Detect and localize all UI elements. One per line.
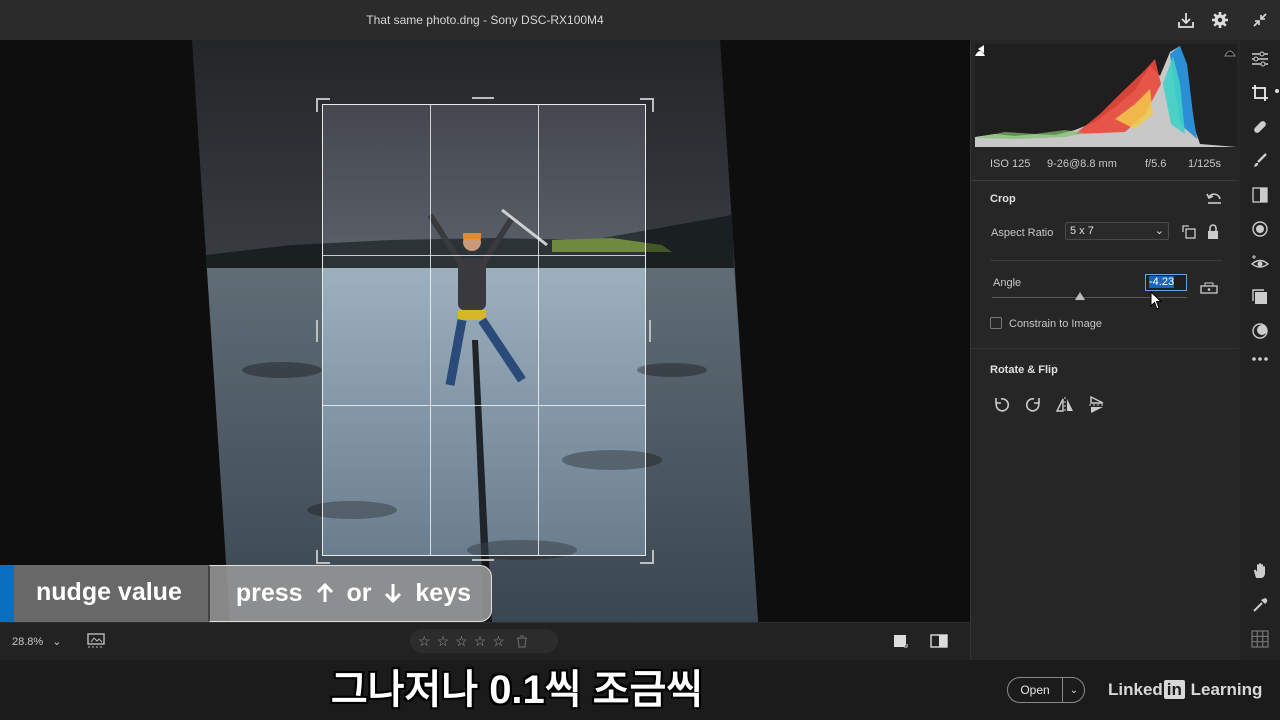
linear-gradient-icon[interactable]: [1249, 184, 1271, 206]
crop-mask-top: [0, 40, 970, 104]
hand-tool-icon[interactable]: [1249, 560, 1271, 582]
crop-handle-top[interactable]: [472, 97, 494, 99]
brush-icon[interactable]: [1249, 150, 1271, 172]
tip-or-text: or: [346, 579, 372, 607]
exif-aperture: f/5.6: [1145, 158, 1167, 170]
window-title: That same photo.dng - Sony DSC-RX100M4: [366, 13, 604, 27]
star-2-icon[interactable]: ☆: [437, 633, 450, 650]
canvas-bottom-bar: 28.8% ⌄ ☆ ☆ ☆ ☆ ☆: [0, 622, 970, 661]
compare-view-icon[interactable]: [930, 633, 948, 649]
crop-mask-left: [0, 104, 322, 556]
save-icon[interactable]: [1175, 9, 1197, 31]
mouse-cursor-icon: [1150, 290, 1164, 311]
flip-vertical-icon[interactable]: [1087, 395, 1107, 415]
crop-handle-left[interactable]: [316, 320, 318, 342]
arrow-down-icon: [385, 584, 402, 604]
star-1-icon[interactable]: ☆: [418, 633, 431, 650]
tip-accent-bar: [0, 565, 14, 622]
straighten-tool-icon[interactable]: [1199, 281, 1219, 295]
crop-grid-line: [323, 255, 645, 256]
gear-icon[interactable]: [1209, 9, 1231, 31]
swap-orientation-icon[interactable]: [1181, 224, 1197, 240]
crop-handle-bottom[interactable]: [472, 559, 494, 561]
crop-handle-right[interactable]: [649, 320, 651, 342]
angle-value: -4.23: [1149, 276, 1175, 288]
constrain-checkbox[interactable]: [990, 317, 1002, 329]
tip-keys-text: keys: [415, 579, 472, 607]
tip-label: nudge value: [14, 565, 208, 622]
healing-brush-icon[interactable]: [1249, 116, 1271, 138]
exif-info: ISO 125 9-26@8.8 mm f/5.6 1/125s: [975, 152, 1237, 176]
crop-grid-line: [430, 105, 431, 555]
crop-grid-line: [323, 405, 645, 406]
eyedropper-icon[interactable]: [1249, 594, 1271, 616]
red-eye-icon[interactable]: [1249, 252, 1271, 274]
divider: [971, 348, 1239, 349]
snapshots-icon[interactable]: [1249, 320, 1271, 342]
crop-handle-bottom-right[interactable]: [640, 550, 654, 564]
grid-overlay-icon[interactable]: [1249, 628, 1271, 650]
edit-sliders-icon[interactable]: [1249, 48, 1271, 70]
more-options-icon[interactable]: [1249, 348, 1271, 370]
exit-fullscreen-icon[interactable]: [1249, 9, 1271, 31]
exif-focal: 9-26@8.8 mm: [1047, 158, 1117, 170]
exif-iso: ISO 125: [990, 158, 1031, 170]
linkedin-learning-watermark: Linked in Learning: [1108, 680, 1262, 700]
chevron-down-icon: ⌄: [52, 636, 62, 648]
active-tool-indicator: [1275, 89, 1279, 93]
crop-tool-icon[interactable]: [1249, 82, 1271, 104]
flip-horizontal-icon[interactable]: [1055, 395, 1075, 415]
zoom-level[interactable]: 28.8% ⌄: [12, 635, 61, 648]
angle-slider-thumb[interactable]: [1074, 292, 1085, 300]
histogram: [975, 44, 1237, 147]
crop-handle-bottom-left[interactable]: [316, 550, 330, 564]
video-subtitle: 그나저나 0.1씩 조금씩: [330, 668, 704, 712]
star-4-icon[interactable]: ☆: [474, 633, 487, 650]
crop-handle-top-left[interactable]: [316, 98, 330, 112]
crop-grid-line: [538, 105, 539, 555]
aspect-ratio-value: 5 x 7: [1070, 225, 1094, 237]
tip-press-text: press: [235, 579, 303, 607]
single-view-icon[interactable]: [892, 633, 908, 649]
brand-text-learning: Learning: [1185, 680, 1263, 699]
keyboard-tip-overlay: nudge value press or keys: [0, 565, 493, 622]
star-rating[interactable]: ☆ ☆ ☆ ☆ ☆: [410, 629, 558, 653]
aspect-ratio-label: Aspect Ratio: [991, 227, 1054, 239]
aspect-ratio-select[interactable]: 5 x 7 ⌄: [1065, 222, 1169, 240]
zoom-value: 28.8%: [12, 636, 44, 648]
crop-section-title: Crop: [990, 193, 1016, 205]
crop-mask-right: [646, 104, 970, 556]
rotate-flip-title: Rotate & Flip: [990, 364, 1058, 376]
divider: [990, 260, 1222, 261]
rotate-right-icon[interactable]: [1024, 395, 1044, 415]
fit-to-screen-icon[interactable]: [86, 632, 106, 650]
radial-gradient-icon[interactable]: [1249, 218, 1271, 240]
angle-label: Angle: [993, 277, 1022, 289]
brand-text-linked: Linked: [1108, 680, 1163, 699]
trash-icon[interactable]: [515, 634, 529, 648]
star-5-icon[interactable]: ☆: [492, 633, 505, 650]
shadow-clipping-icon[interactable]: [974, 44, 986, 56]
reset-crop-icon[interactable]: [1205, 191, 1223, 205]
image-canvas[interactable]: [0, 40, 970, 622]
crop-frame[interactable]: [322, 104, 646, 556]
presets-icon[interactable]: [1249, 286, 1271, 308]
chevron-down-icon[interactable]: ⌄: [1062, 678, 1085, 702]
crop-handle-top-right[interactable]: [640, 98, 654, 112]
divider: [971, 180, 1239, 181]
star-3-icon[interactable]: ☆: [455, 633, 468, 650]
angle-input[interactable]: -4.23: [1145, 274, 1187, 291]
brand-text-in: in: [1163, 680, 1185, 699]
arrow-up-icon: [316, 582, 333, 602]
constrain-label: Constrain to Image: [1009, 318, 1102, 330]
exif-shutter: 1/125s: [1188, 158, 1222, 170]
tip-instruction: press or keys: [207, 565, 493, 622]
lock-icon[interactable]: [1206, 224, 1220, 240]
highlight-clipping-icon[interactable]: [1224, 44, 1236, 57]
rotate-left-icon[interactable]: [991, 395, 1011, 415]
chevron-down-icon: ⌄: [1154, 225, 1164, 237]
